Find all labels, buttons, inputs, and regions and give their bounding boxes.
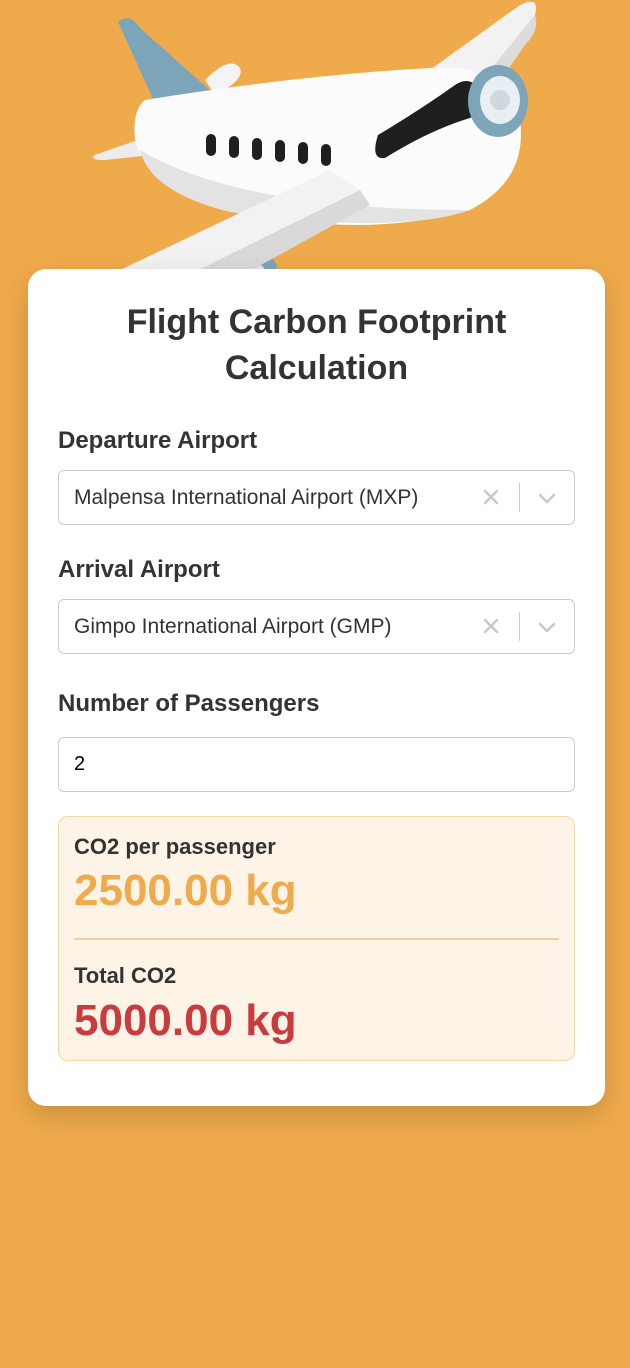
page-title: Flight Carbon Footprint Calculation bbox=[126, 303, 507, 387]
results-panel: CO2 per passenger 2500.00 kg Total CO2 5… bbox=[58, 816, 575, 1061]
total-label: Total CO2 bbox=[74, 963, 177, 988]
passengers-label: Number of Passengers bbox=[58, 690, 320, 717]
per-passenger-value: 2500.00 kg bbox=[74, 866, 297, 915]
departure-select[interactable]: Malpensa International Airport (MXP) bbox=[58, 470, 575, 525]
airplane-illustration bbox=[92, 1, 537, 280]
close-icon[interactable] bbox=[480, 615, 502, 637]
calculator-card: Flight Carbon Footprint Calculation Depa… bbox=[28, 269, 605, 1106]
select-separator bbox=[519, 483, 520, 512]
chevron-down-icon[interactable] bbox=[535, 486, 559, 510]
hero-banner bbox=[0, 0, 630, 280]
arrival-label: Arrival Airport bbox=[58, 556, 220, 583]
passengers-input[interactable] bbox=[58, 737, 575, 792]
departure-label: Departure Airport bbox=[58, 427, 258, 454]
divider bbox=[74, 938, 559, 940]
chevron-down-icon[interactable] bbox=[535, 615, 559, 639]
close-icon[interactable] bbox=[480, 486, 502, 508]
departure-value: Malpensa International Airport (MXP) bbox=[74, 486, 419, 509]
total-value: 5000.00 kg bbox=[74, 996, 297, 1045]
arrival-value: Gimpo International Airport (GMP) bbox=[74, 615, 392, 638]
per-passenger-label: CO2 per passenger bbox=[74, 834, 276, 859]
arrival-select[interactable]: Gimpo International Airport (GMP) bbox=[58, 599, 575, 654]
select-separator bbox=[519, 612, 520, 641]
